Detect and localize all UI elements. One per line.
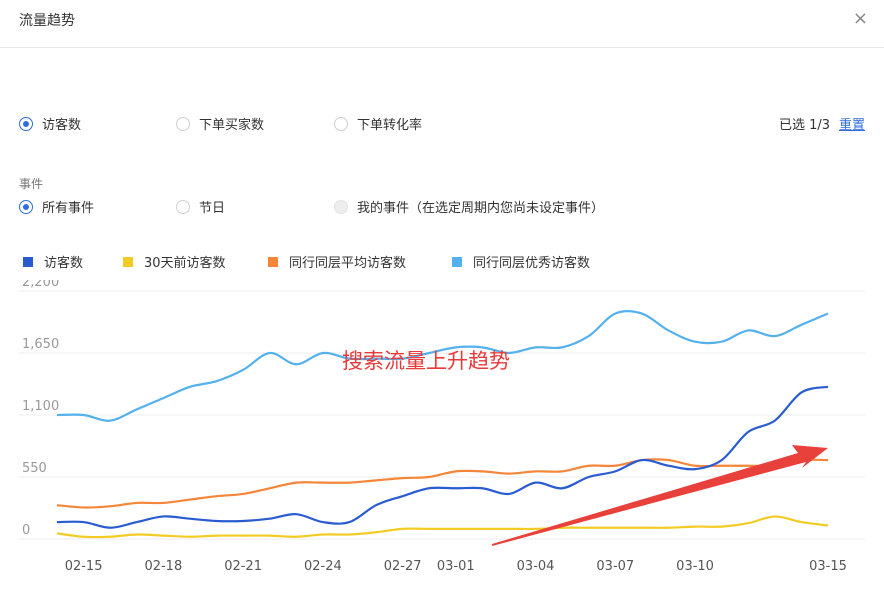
series-line <box>56 385 829 529</box>
legend-label: 访客数 <box>44 256 84 271</box>
x-tick-label: 03-07 <box>596 559 634 574</box>
x-tick-label: 02-15 <box>65 559 103 574</box>
legend-swatch <box>123 256 133 267</box>
radio-checked-icon <box>19 116 33 131</box>
line-chart: 0 550 1,100 1,650 2,200 02-15 02-18 02-21 02-24 0… <box>19 280 865 574</box>
x-tick-label: 02-27 <box>384 559 422 574</box>
y-tick-label: 1,100 <box>22 399 59 414</box>
legend-swatch <box>268 256 278 267</box>
x-tick-label: 03-10 <box>676 559 714 574</box>
legend-item-visitors[interactable]: 访客数 <box>23 252 83 271</box>
event-holiday-radio[interactable]: 节日 <box>176 197 225 216</box>
radio-unchecked-icon <box>176 116 190 131</box>
x-tick-label: 03-04 <box>517 559 555 574</box>
chart-legend: 访客数 30天前访客数 同行同层平均访客数 同行同层优秀访客数 <box>0 252 884 272</box>
event-selector: 所有事件 节日 我的事件（在选定周期内您尚未设定事件） <box>0 197 884 217</box>
metric-buyers-radio[interactable]: 下单买家数 <box>176 114 264 133</box>
metric-label: 访客数 <box>42 118 82 133</box>
legend-item-visitors-30d[interactable]: 30天前访客数 <box>123 252 226 271</box>
reset-link[interactable]: 重置 <box>839 114 865 133</box>
x-tick-label: 03-01 <box>437 559 475 574</box>
x-tick-label: 02-18 <box>144 559 182 574</box>
metric-visitors-radio[interactable]: 访客数 <box>19 114 81 133</box>
event-all-radio[interactable]: 所有事件 <box>19 197 94 216</box>
y-tick-label: 1,650 <box>22 337 59 352</box>
metric-selector: 访客数 下单买家数 下单转化率 已选 1/3 重置 <box>0 114 884 134</box>
legend-item-peer-excellent[interactable]: 同行同层优秀访客数 <box>452 252 590 271</box>
legend-swatch <box>452 256 462 267</box>
dialog-header: 流量趋势 × <box>0 0 884 48</box>
event-label: 节日 <box>199 201 226 216</box>
radio-unchecked-icon <box>176 199 190 214</box>
event-label: 我的事件（在选定周期内您尚未设定事件） <box>357 201 605 216</box>
metric-label: 下单转化率 <box>357 118 423 133</box>
series-line <box>56 515 829 539</box>
close-icon[interactable]: × <box>853 9 868 29</box>
selection-count: 已选 1/3 <box>778 118 830 133</box>
x-tick-label: 03-15 <box>809 559 847 574</box>
event-label: 所有事件 <box>42 201 95 216</box>
x-tick-label: 02-24 <box>304 559 342 574</box>
y-tick-label: 550 <box>22 461 47 476</box>
radio-unchecked-icon <box>334 116 348 131</box>
metric-label: 下单买家数 <box>199 118 265 133</box>
radio-disabled-icon <box>334 199 348 214</box>
legend-swatch <box>23 256 33 267</box>
legend-label: 同行同层优秀访客数 <box>473 256 591 271</box>
dialog-title: 流量趋势 <box>19 13 75 29</box>
trend-annotation: 搜索流量上升趋势 <box>342 349 510 373</box>
radio-checked-icon <box>19 199 33 214</box>
x-tick-label: 02-21 <box>224 559 262 574</box>
y-tick-label: 0 <box>22 523 30 538</box>
legend-label: 同行同层平均访客数 <box>289 256 407 271</box>
legend-item-peer-average[interactable]: 同行同层平均访客数 <box>268 252 406 271</box>
events-section-label: 事件 <box>19 177 44 191</box>
y-tick-label: 2,200 <box>22 280 59 290</box>
metric-conversion-radio[interactable]: 下单转化率 <box>334 114 422 133</box>
event-mine-radio: 我的事件（在选定周期内您尚未设定事件） <box>334 197 604 216</box>
legend-label: 30天前访客数 <box>144 256 226 271</box>
